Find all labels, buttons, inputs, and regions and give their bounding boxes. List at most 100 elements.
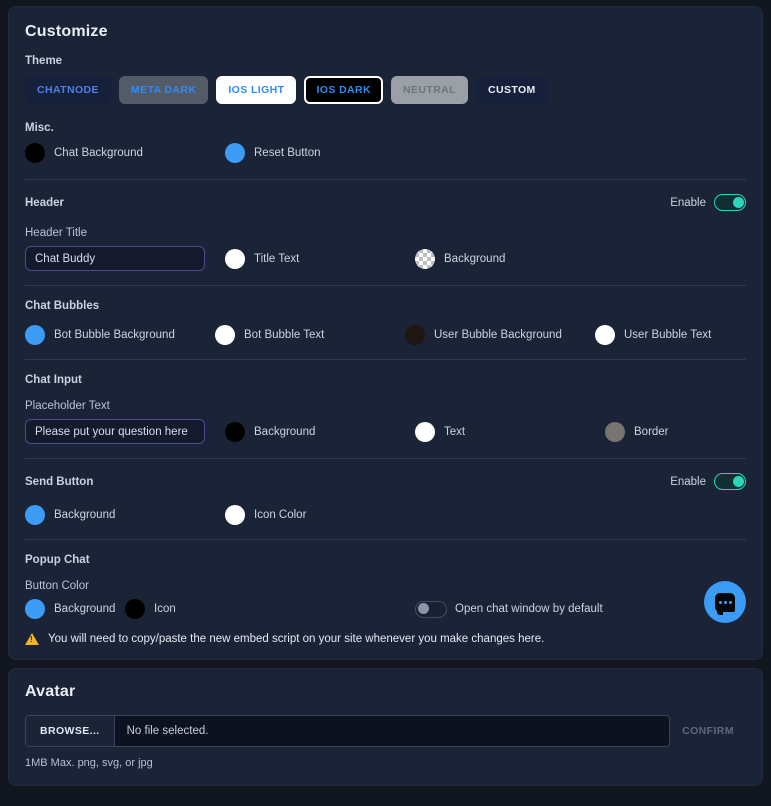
avatar-upload-row: BROWSE... No file selected. CONFIRM [25, 715, 746, 747]
color-swatch-icon[interactable] [25, 325, 45, 345]
color-swatch-icon[interactable] [25, 143, 45, 163]
confirm-button[interactable]: CONFIRM [670, 715, 746, 747]
send-button-section: Send Button Enable Background Icon Color [25, 459, 746, 539]
swatch-send-button-icon-color[interactable]: Icon Color [225, 505, 306, 525]
header-section: Header Enable Header Title Title Text Ba… [25, 180, 746, 285]
color-swatch-icon[interactable] [125, 599, 145, 619]
page-title: Customize [25, 23, 108, 40]
swatch-popup-background[interactable]: Background [25, 599, 125, 619]
swatch-label: User Bubble Background [434, 329, 562, 341]
chat-bubbles-label: Chat Bubbles [25, 300, 100, 312]
swatch-bot-bubble-text[interactable]: Bot Bubble Text [215, 325, 405, 345]
header-title-input-wrap [25, 246, 225, 271]
color-swatch-icon[interactable] [225, 248, 245, 269]
placeholder-input[interactable] [25, 419, 205, 444]
color-swatch-icon[interactable] [215, 325, 235, 345]
header-enable-toggle[interactable] [714, 194, 746, 211]
theme-button-custom[interactable]: CUSTOM [475, 76, 548, 104]
chat-bubble-icon [715, 592, 735, 615]
misc-swatch-row: Chat Background Reset Button [25, 143, 746, 163]
swatch-header-background[interactable]: Background [415, 248, 506, 269]
swatch-chat-input-background[interactable]: Background [225, 421, 415, 442]
avatar-panel: Avatar BROWSE... No file selected. CONFI… [8, 668, 763, 786]
popup-chat-section: Popup Chat Button Color Background Icon … [25, 540, 746, 645]
dot-icon [723, 600, 727, 604]
color-swatch-icon[interactable] [25, 599, 45, 619]
warning-icon [25, 633, 39, 645]
theme-button-ios-light[interactable]: IOS LIGHT [216, 76, 297, 104]
theme-label: Theme [25, 55, 63, 67]
header-enable-label: Enable [670, 196, 706, 209]
open-default-group: Open chat window by default [415, 600, 603, 618]
customize-panel: Customize Theme CHATNODE META DARK IOS L… [8, 6, 763, 660]
swatch-label: Background [254, 425, 316, 438]
color-swatch-icon[interactable] [605, 421, 625, 442]
color-swatch-icon[interactable] [415, 248, 435, 269]
theme-button-chatnode[interactable]: CHATNODE [25, 76, 111, 104]
popup-chat-controls-row: Background Icon Open chat window by defa… [25, 581, 746, 623]
swatch-chat-background[interactable]: Chat Background [25, 143, 225, 163]
send-button-section-head: Send Button Enable [25, 473, 746, 490]
swatch-label: Icon Color [254, 509, 307, 521]
swatch-label: Background [54, 509, 116, 521]
swatch-label: Title Text [254, 252, 300, 265]
customize-page: Customize Theme CHATNODE META DARK IOS L… [0, 0, 771, 806]
theme-button-ios-dark[interactable]: IOS DARK [304, 76, 384, 104]
swatch-user-bubble-background[interactable]: User Bubble Background [405, 325, 595, 345]
color-swatch-icon[interactable] [415, 421, 435, 442]
swatch-label: User Bubble Text [624, 329, 712, 341]
popup-chat-label: Popup Chat [25, 554, 90, 566]
open-chat-default-toggle[interactable] [415, 600, 447, 618]
file-picker[interactable]: BROWSE... No file selected. [25, 715, 670, 747]
chat-input-label: Chat Input [25, 374, 82, 386]
swatch-bot-bubble-background[interactable]: Bot Bubble Background [25, 325, 215, 345]
chat-input-section: Chat Input Placeholder Text Background T… [25, 360, 746, 458]
theme-button-neutral[interactable]: NEUTRAL [391, 76, 468, 104]
send-button-swatch-row: Background Icon Color [25, 505, 746, 525]
dot-icon [728, 600, 732, 604]
swatch-header-title-text[interactable]: Title Text [225, 248, 415, 269]
theme-button-meta-dark[interactable]: META DARK [118, 76, 209, 104]
header-label: Header [25, 196, 64, 209]
open-chat-default-label: Open chat window by default [455, 603, 603, 615]
browse-button[interactable]: BROWSE... [26, 716, 115, 746]
header-controls-row: Title Text Background [25, 246, 746, 271]
swatch-label: Chat Background [54, 147, 143, 159]
swatch-label: Bot Bubble Text [244, 329, 325, 341]
warning-text: You will need to copy/paste the new embe… [48, 633, 545, 645]
header-title-field-label: Header Title [25, 227, 88, 239]
send-button-enable-label: Enable [670, 475, 706, 488]
color-swatch-icon[interactable] [595, 325, 615, 345]
swatch-chat-input-text[interactable]: Text [415, 421, 605, 442]
send-button-enable-toggle[interactable] [714, 473, 746, 490]
swatch-chat-input-border[interactable]: Border [605, 421, 669, 442]
swatch-label: Reset Button [254, 147, 321, 159]
swatch-reset-button[interactable]: Reset Button [225, 143, 320, 163]
popup-chat-preview-button[interactable] [704, 581, 746, 623]
swatch-popup-icon[interactable]: Icon [125, 599, 415, 619]
avatar-hint: 1MB Max. png, svg, or jpg [25, 757, 153, 769]
dot-icon [718, 600, 722, 604]
send-button-label: Send Button [25, 475, 94, 488]
color-swatch-icon[interactable] [225, 505, 245, 525]
avatar-title: Avatar [25, 683, 76, 700]
header-section-head: Header Enable [25, 194, 746, 211]
header-title-input[interactable] [25, 246, 205, 271]
placeholder-input-wrap [25, 419, 225, 444]
color-swatch-icon[interactable] [225, 421, 245, 442]
swatch-label: Border [634, 425, 669, 438]
button-color-label: Button Color [25, 580, 89, 592]
swatch-label: Icon [154, 603, 176, 615]
placeholder-field-label: Placeholder Text [25, 400, 110, 412]
color-swatch-icon[interactable] [405, 325, 425, 345]
color-swatch-icon[interactable] [25, 505, 45, 525]
color-swatch-icon[interactable] [225, 143, 245, 163]
swatch-user-bubble-text[interactable]: User Bubble Text [595, 325, 711, 345]
header-enable-group: Enable [670, 194, 746, 211]
swatch-label: Background [444, 252, 506, 265]
swatch-send-button-background[interactable]: Background [25, 505, 225, 525]
chat-bubbles-section: Chat Bubbles Bot Bubble Background Bot B… [25, 286, 746, 359]
warning-row: You will need to copy/paste the new embe… [25, 619, 746, 645]
swatch-label: Text [444, 425, 466, 438]
chat-bubbles-swatch-row: Bot Bubble Background Bot Bubble Text Us… [25, 325, 746, 345]
